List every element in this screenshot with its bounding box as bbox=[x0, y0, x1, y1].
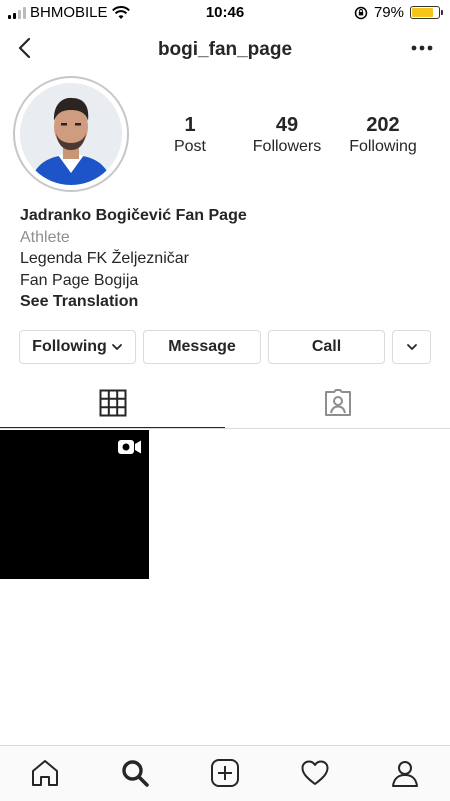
chevron-down-icon bbox=[111, 344, 122, 350]
rotation-lock-icon bbox=[354, 6, 368, 19]
followers-count: 49 bbox=[275, 114, 299, 136]
call-button[interactable]: Call bbox=[268, 330, 385, 364]
bio-line-1: Legenda FK Željezničar bbox=[20, 250, 189, 268]
following-label: Following bbox=[349, 138, 417, 155]
profile-name: Jadranko Bogičević Fan Page bbox=[20, 207, 247, 224]
nav-search[interactable] bbox=[118, 756, 152, 790]
profile-tabs bbox=[0, 378, 450, 429]
stat-following[interactable]: 202 Following bbox=[340, 113, 426, 157]
nav-profile[interactable] bbox=[388, 756, 422, 790]
following-button[interactable]: Following bbox=[19, 330, 136, 364]
add-icon bbox=[211, 759, 239, 787]
grid-icon bbox=[99, 389, 126, 416]
message-button[interactable]: Message bbox=[143, 330, 261, 364]
heart-icon bbox=[301, 760, 329, 785]
tab-grid[interactable] bbox=[0, 378, 225, 428]
nav-activity[interactable] bbox=[298, 756, 332, 790]
profile-category: Athlete bbox=[20, 228, 70, 246]
suggested-dropdown-button[interactable] bbox=[392, 330, 431, 364]
nav-add-post[interactable] bbox=[208, 756, 242, 790]
see-translation-link[interactable]: See Translation bbox=[20, 291, 247, 313]
following-button-label: Following bbox=[32, 338, 107, 355]
home-icon bbox=[32, 760, 58, 786]
call-button-label: Call bbox=[311, 338, 342, 355]
more-dots-icon[interactable] bbox=[410, 38, 434, 58]
avatar-image bbox=[20, 83, 122, 185]
stat-posts[interactable]: 1 Post bbox=[160, 113, 220, 157]
message-button-label: Message bbox=[168, 338, 236, 355]
nav-home[interactable] bbox=[28, 756, 62, 790]
bottom-navigation bbox=[0, 745, 450, 801]
chevron-down-icon bbox=[406, 344, 417, 350]
status-bar: BHMOBILE 10:46 79% bbox=[0, 0, 450, 26]
tab-tagged[interactable] bbox=[225, 378, 450, 428]
profile-avatar[interactable] bbox=[13, 76, 129, 192]
posts-count: 1 bbox=[184, 114, 196, 136]
posts-label: Post bbox=[173, 138, 206, 155]
profile-header: bogi_fan_page bbox=[0, 26, 450, 76]
post-thumbnail[interactable] bbox=[0, 430, 149, 579]
bio-line-2: Fan Page Bogija bbox=[20, 271, 139, 289]
battery-area: 79% bbox=[354, 4, 443, 21]
bio-section: Jadranko Bogičević Fan Page Athlete Lege… bbox=[20, 205, 247, 313]
following-count: 202 bbox=[366, 114, 400, 136]
video-icon bbox=[118, 440, 141, 454]
battery-percent: 79% bbox=[373, 4, 404, 21]
battery-icon bbox=[410, 6, 443, 19]
followers-label: Followers bbox=[252, 138, 322, 155]
stat-followers[interactable]: 49 Followers bbox=[244, 113, 330, 157]
username-title: bogi_fan_page bbox=[157, 39, 293, 60]
tagged-icon bbox=[324, 389, 351, 416]
search-icon bbox=[122, 760, 149, 787]
profile-icon bbox=[392, 761, 418, 787]
